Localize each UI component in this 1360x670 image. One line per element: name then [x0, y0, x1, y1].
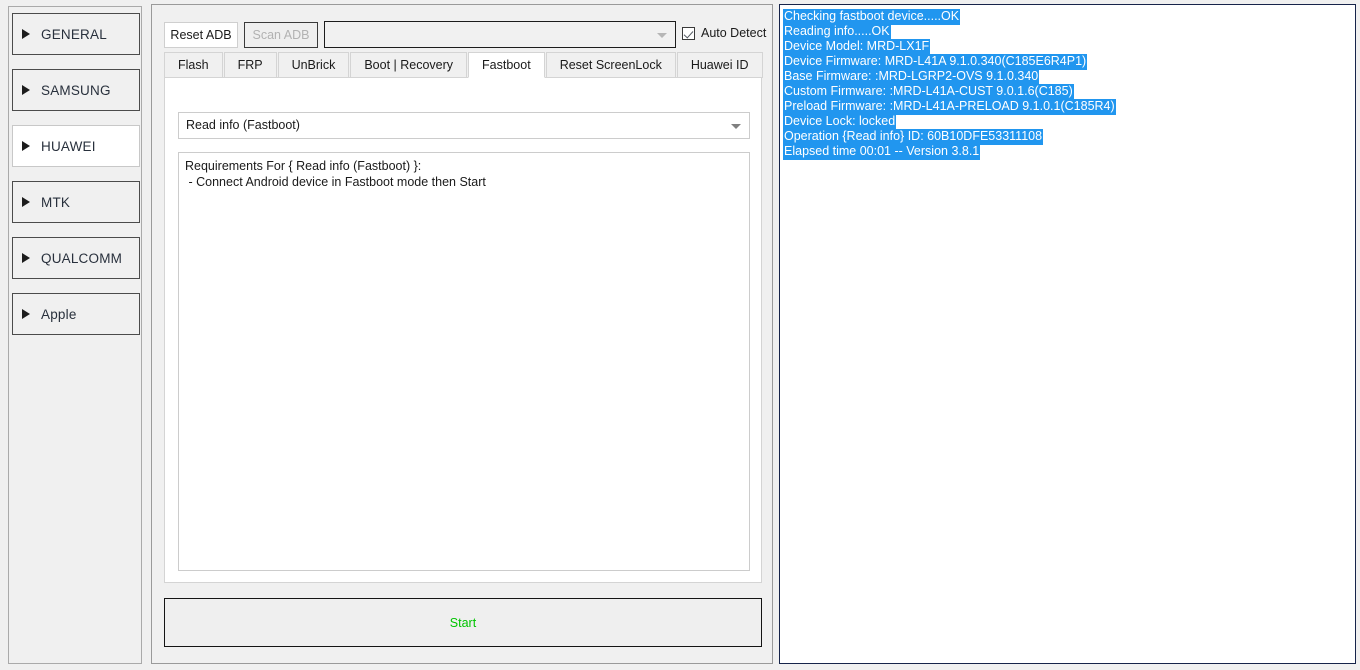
toolbar: Reset ADB Scan ADB Auto Detect — [152, 5, 774, 51]
log-line-text: Base Firmware: :MRD-LGRP2-OVS 9.1.0.340 — [783, 69, 1039, 85]
sidebar-item-huawei[interactable]: HUAWEI — [12, 125, 140, 167]
triangle-right-icon — [22, 85, 30, 95]
triangle-right-icon — [22, 253, 30, 263]
scan-adb-button[interactable]: Scan ADB — [244, 22, 318, 48]
sidebar-item-label: Apple — [41, 307, 77, 322]
fastboot-tab-panel: Read info (Fastboot) Requirements For { … — [164, 77, 762, 583]
log-line-text: Device Firmware: MRD-L41A 9.1.0.340(C185… — [783, 54, 1087, 70]
device-select[interactable] — [324, 21, 676, 48]
sidebar-item-samsung[interactable]: SAMSUNG — [12, 69, 140, 111]
start-button[interactable]: Start — [164, 598, 762, 647]
operation-select[interactable]: Read info (Fastboot) — [178, 112, 750, 139]
log-line: Checking fastboot device.....OK — [783, 9, 1355, 24]
sidebar-item-qualcomm[interactable]: QUALCOMM — [12, 237, 140, 279]
tab-bar: Flash FRP UnBrick Boot | Recovery Fastboot Re… — [164, 52, 762, 78]
tab-label: FRP — [238, 58, 263, 72]
chevron-down-icon — [731, 124, 741, 129]
sidebar-item-apple[interactable]: Apple — [12, 293, 140, 335]
tab-label: Fastboot — [482, 58, 531, 72]
tab-label: Boot | Recovery — [364, 58, 453, 72]
triangle-right-icon — [22, 197, 30, 207]
application-window: GENERAL SAMSUNG HUAWEI MTK QUALCOMM Apple Res… — [0, 0, 1360, 670]
log-line: Custom Firmware: :MRD-L41A-CUST 9.0.1.6(… — [783, 84, 1355, 99]
reset-adb-button[interactable]: Reset ADB — [164, 22, 238, 48]
log-line: Base Firmware: :MRD-LGRP2-OVS 9.1.0.340 — [783, 69, 1355, 84]
triangle-right-icon — [22, 141, 30, 151]
auto-detect-label: Auto Detect — [701, 26, 766, 40]
log-line-text: Operation {Read info} ID: 60B10DFE533111… — [783, 129, 1043, 145]
tab-label: Flash — [178, 58, 209, 72]
tab-unbrick[interactable]: UnBrick — [278, 52, 350, 78]
tab-label: UnBrick — [292, 58, 336, 72]
tab-label: Huawei ID — [691, 58, 749, 72]
sidebar-item-mtk[interactable]: MTK — [12, 181, 140, 223]
log-line-text: Device Lock: locked — [783, 114, 896, 130]
tab-reset-screenlock[interactable]: Reset ScreenLock — [546, 52, 676, 78]
tab-fastboot[interactable]: Fastboot — [468, 52, 545, 78]
log-line-text: Elapsed time 00:01 -- Version 3.8.1 — [783, 144, 980, 160]
log-line: Preload Firmware: :MRD-L41A-PRELOAD 9.1.… — [783, 99, 1355, 114]
sidebar-item-label: GENERAL — [41, 27, 107, 42]
sidebar-item-label: HUAWEI — [41, 139, 96, 154]
log-line: Reading info.....OK — [783, 24, 1355, 39]
log-line: Device Model: MRD-LX1F — [783, 39, 1355, 54]
requirement-line: - Connect Android device in Fastboot mod… — [185, 175, 741, 191]
sidebar: GENERAL SAMSUNG HUAWEI MTK QUALCOMM Apple — [8, 6, 142, 664]
auto-detect-checkbox[interactable]: Auto Detect — [682, 26, 766, 40]
log-line: Device Firmware: MRD-L41A 9.1.0.340(C185… — [783, 54, 1355, 69]
log-line-text: Reading info.....OK — [783, 24, 891, 40]
sidebar-item-label: QUALCOMM — [41, 251, 122, 266]
checkbox-checked-icon[interactable] — [682, 27, 695, 40]
log-line: Device Lock: locked — [783, 114, 1355, 129]
triangle-right-icon — [22, 309, 30, 319]
log-line-text: Checking fastboot device.....OK — [783, 9, 960, 25]
log-line: Operation {Read info} ID: 60B10DFE533111… — [783, 129, 1355, 144]
chevron-down-icon — [657, 33, 667, 38]
sidebar-item-label: SAMSUNG — [41, 83, 111, 98]
sidebar-item-label: MTK — [41, 195, 70, 210]
requirements-textbox[interactable]: Requirements For { Read info (Fastboot) … — [178, 152, 750, 571]
sidebar-item-general[interactable]: GENERAL — [12, 13, 140, 55]
tab-huawei-id[interactable]: Huawei ID — [677, 52, 763, 78]
tab-flash[interactable]: Flash — [164, 52, 223, 78]
log-line-text: Custom Firmware: :MRD-L41A-CUST 9.0.1.6(… — [783, 84, 1074, 100]
requirement-line: Requirements For { Read info (Fastboot) … — [185, 159, 741, 175]
tab-frp[interactable]: FRP — [224, 52, 277, 78]
log-line: Elapsed time 00:01 -- Version 3.8.1 — [783, 144, 1355, 159]
tab-boot-recovery[interactable]: Boot | Recovery — [350, 52, 467, 78]
main-panel: Reset ADB Scan ADB Auto Detect Flash FRP U… — [151, 4, 773, 664]
log-line-text: Preload Firmware: :MRD-L41A-PRELOAD 9.1.… — [783, 99, 1116, 115]
operation-select-value: Read info (Fastboot) — [186, 118, 300, 132]
tab-label: Reset ScreenLock — [560, 58, 662, 72]
log-line-text: Device Model: MRD-LX1F — [783, 39, 930, 55]
log-output[interactable]: Checking fastboot device.....OKReading i… — [779, 4, 1356, 664]
triangle-right-icon — [22, 29, 30, 39]
